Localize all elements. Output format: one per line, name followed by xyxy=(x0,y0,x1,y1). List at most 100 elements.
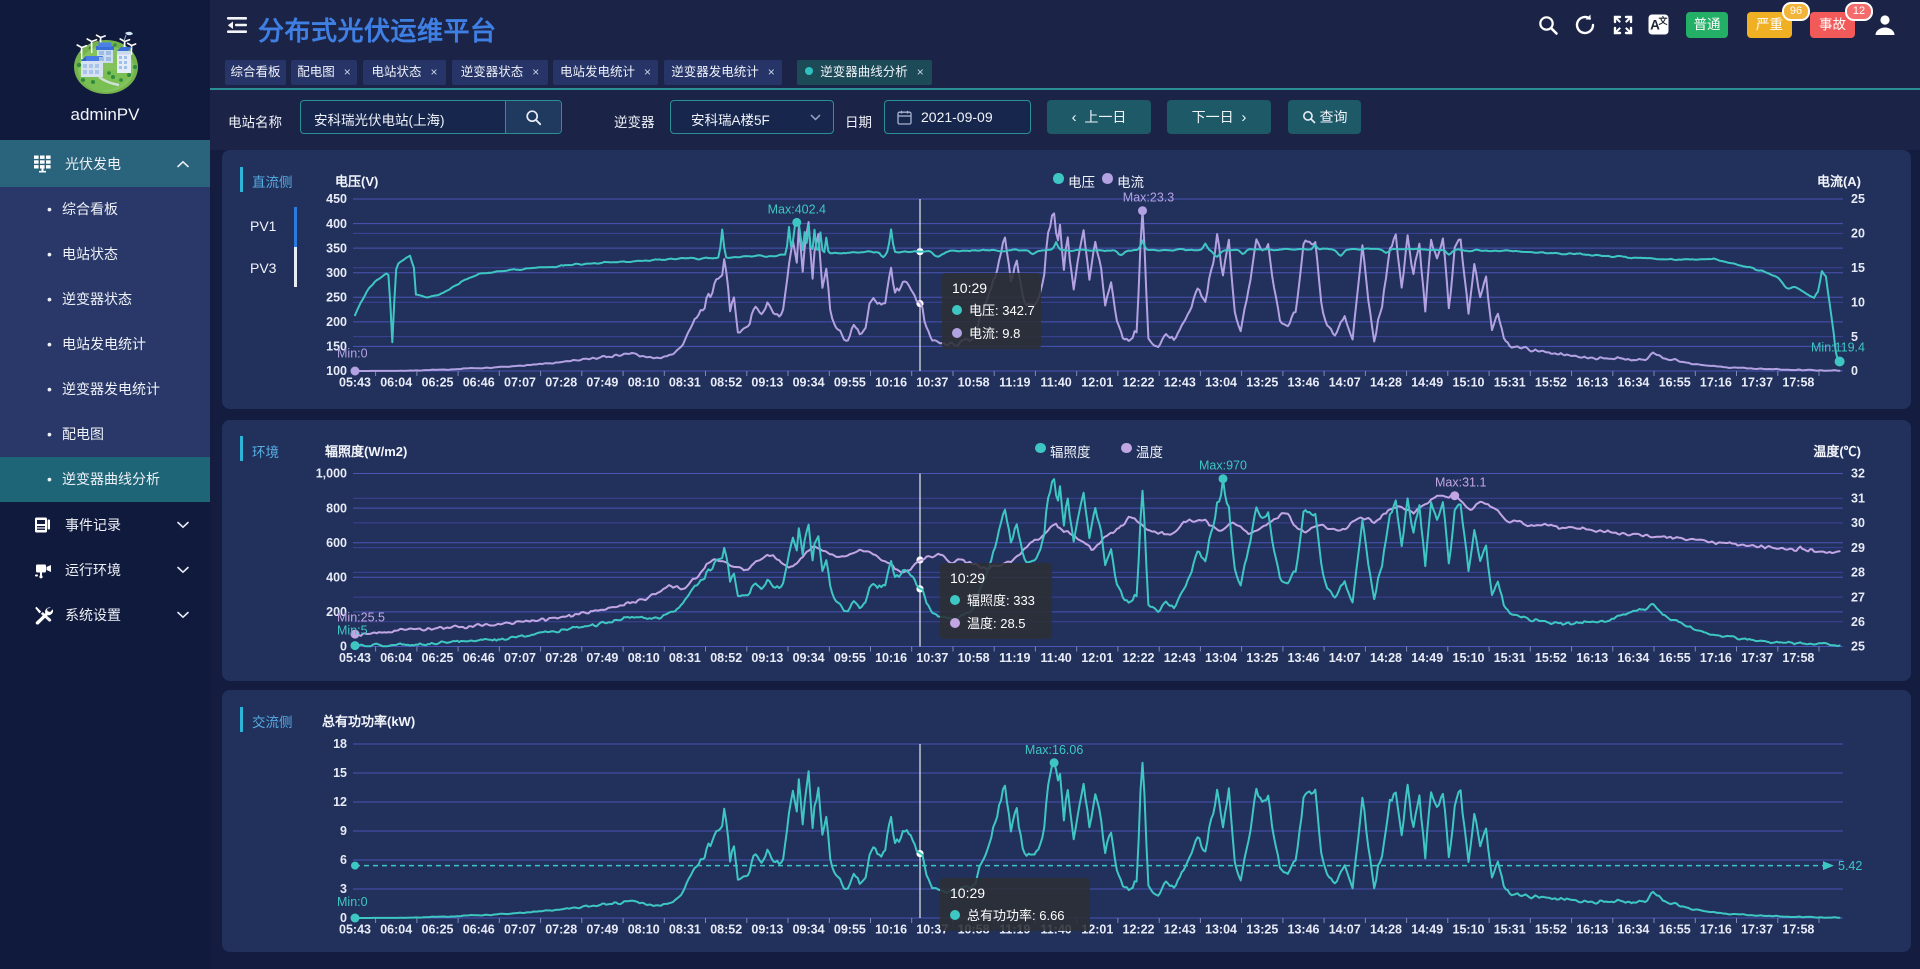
svg-text:10:16: 10:16 xyxy=(875,923,907,937)
svg-text:Min:0: Min:0 xyxy=(337,895,368,909)
svg-text:09:34: 09:34 xyxy=(793,376,825,390)
svg-text:12:43: 12:43 xyxy=(1164,923,1196,937)
svg-text:Min:25.5: Min:25.5 xyxy=(337,610,385,624)
svg-text:14:07: 14:07 xyxy=(1329,651,1361,665)
svg-text:100: 100 xyxy=(326,364,347,378)
svg-text:Max:970: Max:970 xyxy=(1199,458,1247,472)
svg-text:15:52: 15:52 xyxy=(1535,376,1567,390)
svg-text:09:55: 09:55 xyxy=(834,651,866,665)
svg-text:450: 450 xyxy=(326,192,347,206)
svg-text:16:13: 16:13 xyxy=(1576,923,1608,937)
svg-text:Max:31.1: Max:31.1 xyxy=(1435,475,1486,489)
svg-text:200: 200 xyxy=(326,315,347,329)
svg-text:14:49: 14:49 xyxy=(1411,376,1443,390)
svg-text:16:34: 16:34 xyxy=(1617,376,1649,390)
svg-text:300: 300 xyxy=(326,266,347,280)
svg-text:09:13: 09:13 xyxy=(751,651,783,665)
svg-text:32: 32 xyxy=(1851,466,1865,480)
svg-text:12:22: 12:22 xyxy=(1123,923,1155,937)
svg-text:07:28: 07:28 xyxy=(545,376,577,390)
svg-text:07:07: 07:07 xyxy=(504,923,536,937)
svg-text:11:40: 11:40 xyxy=(1040,376,1071,390)
svg-text:08:31: 08:31 xyxy=(669,651,701,665)
svg-text:17:58: 17:58 xyxy=(1782,923,1814,937)
svg-text:08:10: 08:10 xyxy=(628,651,660,665)
svg-text:17:37: 17:37 xyxy=(1741,376,1773,390)
svg-text:250: 250 xyxy=(326,291,347,305)
svg-text:09:13: 09:13 xyxy=(751,923,783,937)
svg-text:09:34: 09:34 xyxy=(793,923,825,937)
svg-text:08:10: 08:10 xyxy=(628,923,660,937)
svg-text:17:16: 17:16 xyxy=(1700,376,1732,390)
svg-text:08:52: 08:52 xyxy=(710,651,742,665)
svg-text:13:25: 13:25 xyxy=(1246,651,1278,665)
svg-text:25: 25 xyxy=(1851,192,1865,206)
svg-text:400: 400 xyxy=(326,570,347,584)
svg-text:08:31: 08:31 xyxy=(669,376,701,390)
svg-text:15: 15 xyxy=(1851,261,1865,275)
svg-text:06:04: 06:04 xyxy=(380,376,412,390)
svg-text:06:25: 06:25 xyxy=(422,651,454,665)
svg-text:13:46: 13:46 xyxy=(1288,651,1320,665)
svg-text:06:46: 06:46 xyxy=(463,651,495,665)
svg-text:11:40: 11:40 xyxy=(1040,651,1071,665)
svg-text:0: 0 xyxy=(340,639,347,653)
svg-text:31: 31 xyxy=(1851,491,1865,505)
svg-text:06:04: 06:04 xyxy=(380,651,412,665)
svg-text:07:07: 07:07 xyxy=(504,651,536,665)
svg-text:Min:119.4: Min:119.4 xyxy=(1811,341,1865,355)
svg-text:12:22: 12:22 xyxy=(1123,376,1155,390)
svg-text:17:58: 17:58 xyxy=(1782,651,1814,665)
svg-text:16:13: 16:13 xyxy=(1576,651,1608,665)
svg-text:Min:0: Min:0 xyxy=(337,347,368,361)
svg-text:Min:5: Min:5 xyxy=(337,623,368,637)
svg-text:14:28: 14:28 xyxy=(1370,651,1402,665)
svg-text:12:01: 12:01 xyxy=(1081,376,1113,390)
svg-text:12:01: 12:01 xyxy=(1081,651,1113,665)
svg-text:16:55: 16:55 xyxy=(1659,651,1691,665)
svg-text:15:31: 15:31 xyxy=(1494,651,1526,665)
svg-text:16:55: 16:55 xyxy=(1659,923,1691,937)
svg-text:11:19: 11:19 xyxy=(999,376,1030,390)
svg-text:10:58: 10:58 xyxy=(958,651,990,665)
svg-text:29: 29 xyxy=(1851,540,1865,554)
svg-text:28: 28 xyxy=(1851,565,1865,579)
svg-text:15:52: 15:52 xyxy=(1535,651,1567,665)
svg-text:15:31: 15:31 xyxy=(1494,923,1526,937)
svg-text:14:49: 14:49 xyxy=(1411,923,1443,937)
svg-text:13:46: 13:46 xyxy=(1288,376,1320,390)
svg-text:文: 文 xyxy=(1657,15,1668,26)
svg-text:16:34: 16:34 xyxy=(1617,923,1649,937)
svg-text:13:04: 13:04 xyxy=(1205,376,1237,390)
svg-text:400: 400 xyxy=(326,217,347,231)
svg-text:16:55: 16:55 xyxy=(1659,376,1691,390)
svg-text:08:52: 08:52 xyxy=(710,376,742,390)
svg-text:16:13: 16:13 xyxy=(1576,376,1608,390)
svg-text:12: 12 xyxy=(333,795,347,809)
svg-text:07:49: 07:49 xyxy=(586,923,618,937)
svg-text:14:07: 14:07 xyxy=(1329,923,1361,937)
svg-text:13:04: 13:04 xyxy=(1205,923,1237,937)
svg-text:27: 27 xyxy=(1851,590,1865,604)
svg-text:07:49: 07:49 xyxy=(586,651,618,665)
svg-text:9: 9 xyxy=(340,824,347,838)
svg-text:12:43: 12:43 xyxy=(1164,651,1196,665)
svg-text:08:10: 08:10 xyxy=(628,376,660,390)
svg-text:09:55: 09:55 xyxy=(834,923,866,937)
svg-text:14:49: 14:49 xyxy=(1411,651,1443,665)
svg-text:14:07: 14:07 xyxy=(1329,376,1361,390)
svg-text:14:28: 14:28 xyxy=(1370,923,1402,937)
svg-text:09:55: 09:55 xyxy=(834,376,866,390)
svg-text:25: 25 xyxy=(1851,639,1865,653)
svg-text:14:28: 14:28 xyxy=(1370,376,1402,390)
svg-text:30: 30 xyxy=(1851,516,1865,530)
svg-text:Max:402.4: Max:402.4 xyxy=(768,202,826,216)
svg-text:12:22: 12:22 xyxy=(1123,651,1155,665)
svg-text:350: 350 xyxy=(326,241,347,255)
svg-text:10:58: 10:58 xyxy=(958,376,990,390)
svg-text:13:46: 13:46 xyxy=(1288,923,1320,937)
svg-text:07:28: 07:28 xyxy=(545,651,577,665)
svg-text:09:34: 09:34 xyxy=(793,651,825,665)
svg-text:20: 20 xyxy=(1851,227,1865,241)
svg-text:13:25: 13:25 xyxy=(1246,923,1278,937)
